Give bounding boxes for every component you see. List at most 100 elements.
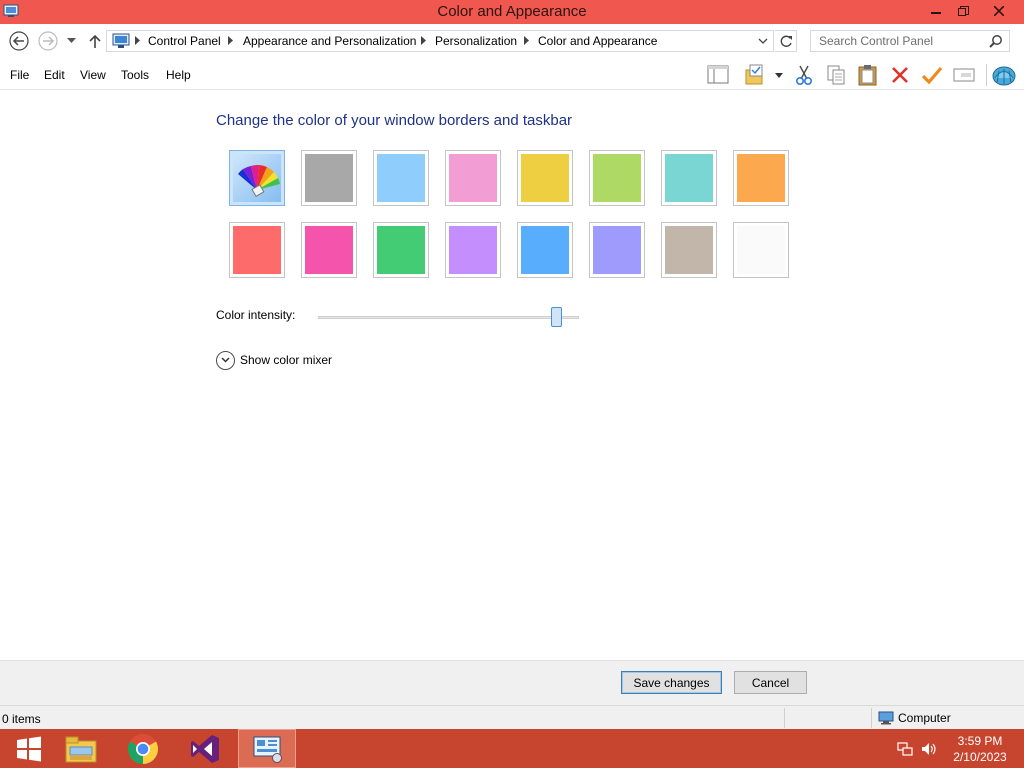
color-swatch-orange[interactable] <box>733 150 789 206</box>
color-swatch-fill <box>593 226 641 274</box>
search-input[interactable] <box>811 31 981 51</box>
back-button[interactable] <box>8 30 30 52</box>
restore-button[interactable] <box>950 0 976 22</box>
recent-locations-button[interactable] <box>62 30 80 52</box>
cancel-button[interactable]: Cancel <box>734 671 807 694</box>
toolbar-separator <box>986 64 987 86</box>
breadcrumb-control-panel[interactable]: Control Panel <box>148 34 221 48</box>
color-swatch-fill <box>737 226 785 274</box>
color-swatch-fill <box>521 154 569 202</box>
breadcrumb-separator-icon <box>524 36 529 45</box>
close-icon <box>994 6 1004 16</box>
color-swatch-fill <box>665 154 713 202</box>
minimize-button[interactable] <box>922 0 950 22</box>
chrome-icon <box>127 733 159 764</box>
copy-button[interactable] <box>824 63 848 87</box>
color-intensity-slider-thumb[interactable] <box>550 307 562 327</box>
menu-tools[interactable]: Tools <box>121 68 149 82</box>
layout-pane-button[interactable] <box>706 63 730 87</box>
menu-view[interactable]: View <box>80 68 106 82</box>
properties-folder-icon <box>745 64 763 85</box>
delete-icon <box>892 67 908 83</box>
color-swatch-green[interactable] <box>373 222 429 278</box>
start-button[interactable] <box>0 729 58 768</box>
breadcrumb-color-appearance[interactable]: Color and Appearance <box>538 34 657 48</box>
tray-network[interactable] <box>895 729 915 768</box>
color-intensity-slider-track[interactable] <box>318 316 579 319</box>
delete-button[interactable] <box>888 63 912 87</box>
color-swatch-white[interactable] <box>733 222 789 278</box>
clock-date: 2/10/2023 <box>953 750 1007 764</box>
color-swatch-sky[interactable] <box>373 150 429 206</box>
page-heading: Change the color of your window borders … <box>216 112 573 129</box>
status-divider <box>871 708 872 728</box>
properties-button[interactable] <box>743 63 767 87</box>
menu-help[interactable]: Help <box>166 68 191 82</box>
taskbar-file-explorer[interactable] <box>52 729 110 768</box>
visual-studio-icon <box>191 734 219 763</box>
color-swatch-purple[interactable] <box>445 222 501 278</box>
color-swatch-teal[interactable] <box>661 150 717 206</box>
item-count: 0 items <box>2 712 41 726</box>
breadcrumb-personalization[interactable]: Personalization <box>435 34 517 48</box>
breadcrumb-separator-icon <box>228 36 233 45</box>
show-color-mixer-label: Show color mixer <box>240 353 333 367</box>
file-explorer-icon <box>65 736 97 762</box>
shell-button[interactable] <box>990 63 1018 87</box>
up-button[interactable] <box>84 30 106 52</box>
color-swatch-magenta[interactable] <box>301 222 357 278</box>
color-swatch-fill <box>377 154 425 202</box>
color-swatch-yellow[interactable] <box>517 150 573 206</box>
color-swatch-lime[interactable] <box>589 150 645 206</box>
color-swatch-fill <box>305 154 353 202</box>
menu-edit[interactable]: Edit <box>44 68 65 82</box>
tray-volume[interactable] <box>919 729 939 768</box>
forward-button[interactable] <box>37 30 59 52</box>
address-dropdown-button[interactable] <box>754 31 772 51</box>
address-bar[interactable]: Control Panel Appearance and Personaliza… <box>106 30 774 52</box>
rename-icon <box>953 68 975 82</box>
color-swatch-fill <box>233 154 281 202</box>
refresh-button[interactable] <box>775 30 797 52</box>
status-divider <box>784 708 785 728</box>
taskbar-control-panel[interactable] <box>238 729 296 768</box>
button-footer <box>0 660 1024 705</box>
search-icon[interactable] <box>989 34 1003 48</box>
paste-button[interactable] <box>856 63 880 87</box>
color-swatch-fill <box>449 226 497 274</box>
color-swatch-red[interactable] <box>229 222 285 278</box>
color-swatch-automatic[interactable] <box>229 150 285 206</box>
color-swatch-periwinkle[interactable] <box>589 222 645 278</box>
network-icon <box>897 741 913 756</box>
check-icon <box>921 66 943 85</box>
menu-file[interactable]: File <box>10 68 29 82</box>
cut-button[interactable] <box>792 63 816 87</box>
properties-dropdown-button[interactable] <box>771 63 787 87</box>
taskbar-chrome[interactable] <box>114 729 172 768</box>
control-panel-icon <box>253 736 282 763</box>
shell-icon <box>992 66 1016 86</box>
color-swatch-pink[interactable] <box>445 150 501 206</box>
control-panel-icon <box>112 33 130 48</box>
restore-icon <box>957 5 969 16</box>
taskbar-clock[interactable]: 3:59 PM 2/10/2023 <box>944 733 1016 765</box>
search-box[interactable] <box>810 30 1010 52</box>
computer-icon <box>878 711 894 725</box>
close-button[interactable] <box>976 0 1022 22</box>
rename-button[interactable] <box>952 63 976 87</box>
color-intensity-label: Color intensity: <box>216 308 296 322</box>
color-swatch-taupe[interactable] <box>661 222 717 278</box>
breadcrumb-appearance-personalization[interactable]: Appearance and Personalization <box>243 34 416 48</box>
up-arrow-icon <box>89 34 101 48</box>
refresh-icon <box>780 35 792 47</box>
taskbar-visual-studio[interactable] <box>176 729 234 768</box>
apply-button[interactable] <box>920 63 944 87</box>
layout-pane-icon <box>707 65 729 84</box>
chevron-down-icon <box>66 38 76 43</box>
show-color-mixer-toggle[interactable]: Show color mixer <box>216 350 332 370</box>
save-changes-button[interactable]: Save changes <box>621 671 722 694</box>
breadcrumb-separator-icon <box>421 36 426 45</box>
color-swatch-gray[interactable] <box>301 150 357 206</box>
color-swatch-fill <box>593 154 641 202</box>
color-swatch-blue[interactable] <box>517 222 573 278</box>
